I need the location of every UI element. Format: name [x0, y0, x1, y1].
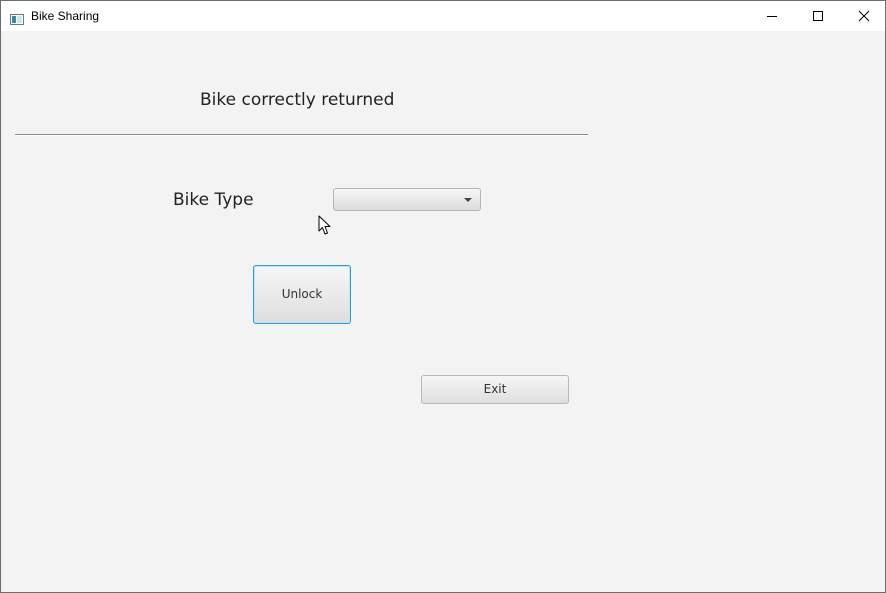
window-icon	[10, 10, 24, 25]
maximize-icon	[813, 11, 823, 21]
minimize-icon	[767, 16, 777, 17]
window-title: Bike Sharing	[31, 9, 100, 23]
mouse-pointer-icon	[318, 215, 331, 235]
bike-type-select[interactable]	[333, 188, 481, 211]
unlock-button[interactable]: Unlock	[253, 265, 351, 324]
minimize-button[interactable]	[749, 1, 795, 31]
close-icon	[858, 10, 870, 22]
maximize-button[interactable]	[795, 1, 841, 31]
title-bar[interactable]: Bike Sharing	[1, 1, 885, 31]
main-content: Bike correctly returned Bike Type Unlock…	[1, 31, 885, 592]
separator	[15, 134, 588, 136]
bike-type-label: Bike Type	[173, 190, 254, 210]
close-button[interactable]	[841, 1, 886, 31]
app-window: Bike Sharing Bike correctly returned Bik…	[0, 0, 886, 593]
exit-button[interactable]: Exit	[421, 375, 569, 404]
chevron-down-icon	[464, 198, 472, 202]
status-message: Bike correctly returned	[200, 90, 395, 110]
